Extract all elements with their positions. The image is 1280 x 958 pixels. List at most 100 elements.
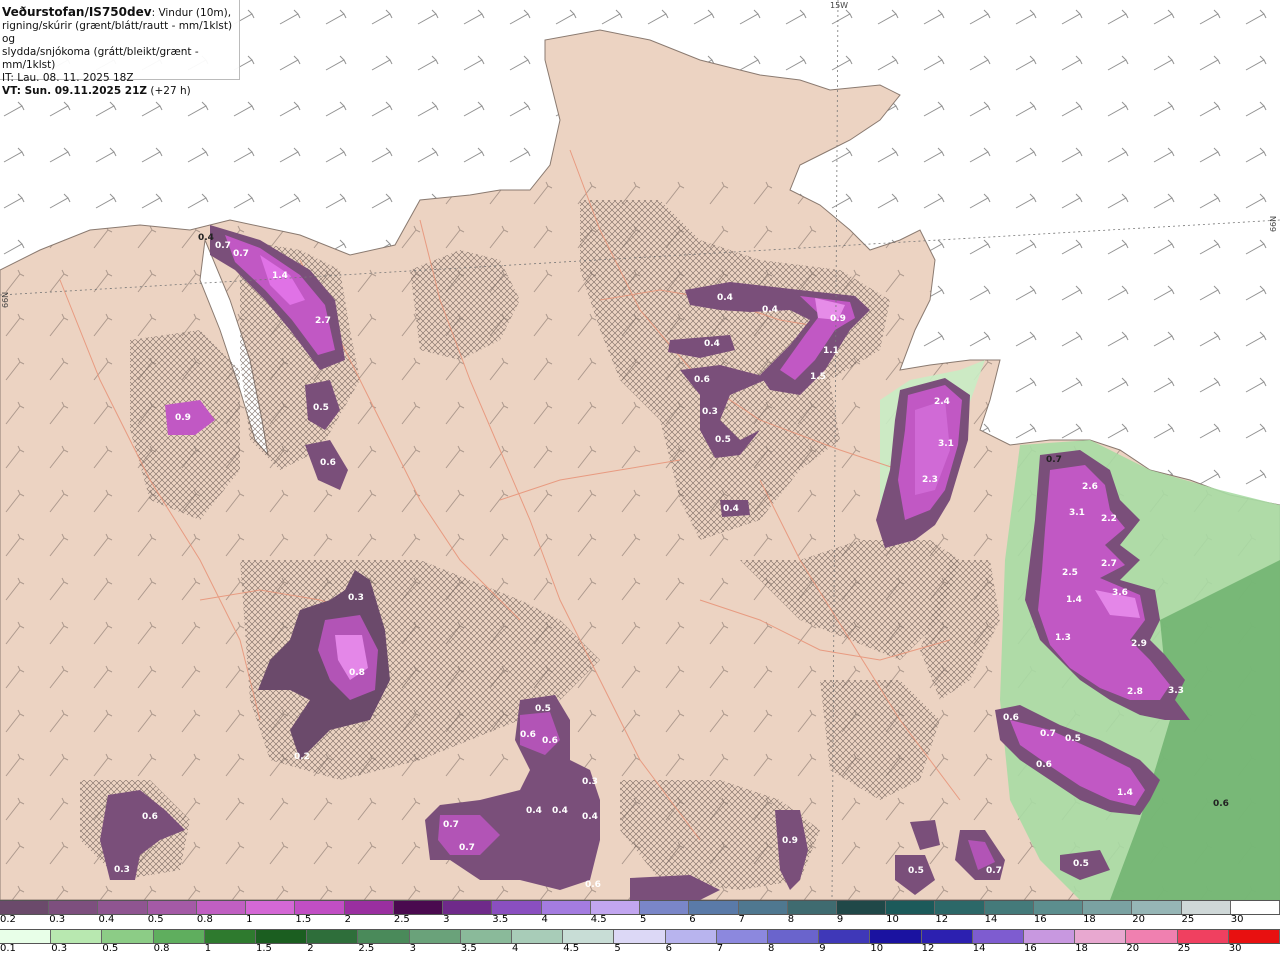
value-label: 0.7	[1040, 729, 1056, 739]
scale-tick-label: 8	[787, 914, 795, 925]
value-label: 1.4	[1117, 788, 1133, 798]
scale-swatch	[0, 901, 50, 914]
value-label: 0.6	[542, 736, 558, 746]
scale-tick-label: 0.5	[102, 943, 119, 954]
value-label: 0.4	[582, 812, 598, 822]
scale-swatch	[460, 930, 513, 943]
scale-swatch	[1033, 901, 1084, 914]
value-label: 0.5	[1073, 859, 1089, 869]
rain-color-scale: 0.1 0.3 0.5 0.8 1 1.5 2 2.5 3 3.5 4 4.5 5 6 7 8 9 10 12 14 1…	[0, 929, 1280, 958]
scale-swatch	[590, 901, 641, 914]
value-label: 0.7	[215, 241, 231, 251]
scale-tick-label: 30	[1228, 943, 1242, 954]
value-label: 2.2	[1101, 514, 1117, 524]
scale-tick-label: 8	[768, 943, 775, 954]
scale-tick-label: 1	[204, 943, 212, 954]
scale-swatch	[256, 930, 308, 943]
value-label: 0.4	[723, 504, 739, 514]
value-label: 3.6	[1112, 588, 1128, 598]
value-label: 0.5	[908, 866, 924, 876]
value-label: 0.6	[320, 458, 336, 468]
value-label: 0.7	[986, 866, 1002, 876]
scale-swatch	[886, 901, 936, 914]
value-label: 2.5	[1062, 568, 1078, 578]
scale-swatch	[689, 901, 739, 914]
value-label: 0.4	[762, 305, 778, 315]
scale-tick-label: 4	[541, 914, 548, 925]
scale-tick-label: 14	[984, 914, 998, 925]
scale-swatch	[984, 901, 1034, 914]
scale-tick-label: 12	[921, 943, 935, 954]
scale-tick-label: 0.1	[0, 943, 16, 954]
value-label: 2.3	[922, 475, 938, 485]
value-label: 0.3	[348, 593, 364, 603]
info-desc-2: rigning/skúrir (grænt/blátt/rautt - mm/1…	[2, 20, 233, 45]
scale-swatch	[358, 930, 410, 943]
scale-swatch	[614, 930, 666, 943]
value-label: 0.6	[694, 375, 710, 385]
scale-swatch	[307, 930, 359, 943]
scale-tick-label: 1.5	[256, 943, 272, 954]
scale-swatch	[787, 901, 837, 914]
value-label: 0.6	[520, 730, 536, 740]
value-label: 0.4	[198, 233, 214, 243]
value-label: 0.3	[114, 865, 130, 875]
scale-swatch	[492, 901, 542, 914]
scale-tick-label: 25	[1177, 943, 1191, 954]
scale-tick-label: 3	[409, 943, 416, 954]
scale-tick-label: 7	[738, 914, 745, 925]
scale-swatch	[49, 901, 99, 914]
scale-tick-label: 3	[443, 914, 450, 925]
scale-tick-label: 9	[819, 943, 826, 954]
snow-color-scale: 0.2 0.3 0.4 0.5 0.8 1 1.5 2 2.5 3 3.5 4 4.5 5 6 7 8 9 10 12…	[0, 900, 1280, 929]
value-label: 0.6	[1036, 760, 1052, 770]
scale-swatch	[393, 901, 444, 914]
scale-tick-label: 3.5	[492, 914, 509, 925]
scale-swatch	[640, 901, 690, 914]
scale-swatch	[921, 930, 973, 943]
scale-tick-label: 18	[1083, 914, 1096, 925]
value-label: 0.4	[552, 806, 568, 816]
scale-swatch	[409, 930, 461, 943]
scale-swatch	[1024, 930, 1076, 943]
scale-swatch	[819, 930, 871, 943]
scale-tick-label: 20	[1132, 914, 1146, 925]
value-label: 3.3	[1168, 686, 1184, 696]
value-label: 0.6	[1213, 799, 1229, 809]
scale-tick-label: 0.5	[147, 914, 164, 925]
value-label: 2.9	[1131, 639, 1147, 649]
scale-swatch	[246, 901, 296, 914]
value-label: 0.5	[715, 435, 731, 445]
info-valid-time: VT: Sun. 09.11.2025 21Z	[2, 85, 148, 97]
scale-swatch	[768, 930, 820, 943]
info-initial-time: IT: Lau. 08. 11. 2025 18Z	[2, 72, 134, 84]
value-label: 1.4	[1066, 595, 1082, 605]
scale-tick-label: 18	[1075, 943, 1088, 954]
value-label: 0.7	[233, 249, 249, 259]
info-desc-1: : Vindur (10m),	[151, 7, 232, 19]
snow-scale-ticks: 0.2 0.3 0.4 0.5 0.8 1 1.5 2 2.5 3 3.5 4 4.5 5 6 7 8 9 10 12…	[0, 914, 1280, 929]
value-label: 2.7	[1101, 559, 1117, 569]
scale-tick-label: 14	[972, 943, 986, 954]
scale-tick-label: 0.3	[51, 943, 68, 954]
value-label: 1.1	[823, 346, 839, 356]
scale-swatch	[563, 930, 615, 943]
scale-swatch	[204, 930, 257, 943]
scale-tick-label: 4	[512, 943, 519, 954]
scale-tick-label: 25	[1181, 914, 1195, 925]
scale-tick-label: 20	[1126, 943, 1140, 954]
scale-tick-label: 1.5	[295, 914, 312, 925]
value-label: 0.6	[585, 880, 601, 890]
label-15w: 15W	[830, 1, 848, 10]
scale-swatch	[153, 930, 205, 943]
scale-tick-label: 9	[836, 914, 844, 925]
rain-scale-bar	[0, 929, 1280, 944]
scale-swatch	[1177, 930, 1229, 943]
value-label: 2.6	[1082, 482, 1098, 492]
scale-swatch	[935, 901, 985, 914]
scale-tick-label: 0.3	[49, 914, 66, 925]
scale-swatch	[972, 930, 1025, 943]
scale-swatch	[147, 901, 197, 914]
scale-swatch	[541, 901, 591, 914]
scale-tick-label: 4.5	[563, 943, 580, 954]
